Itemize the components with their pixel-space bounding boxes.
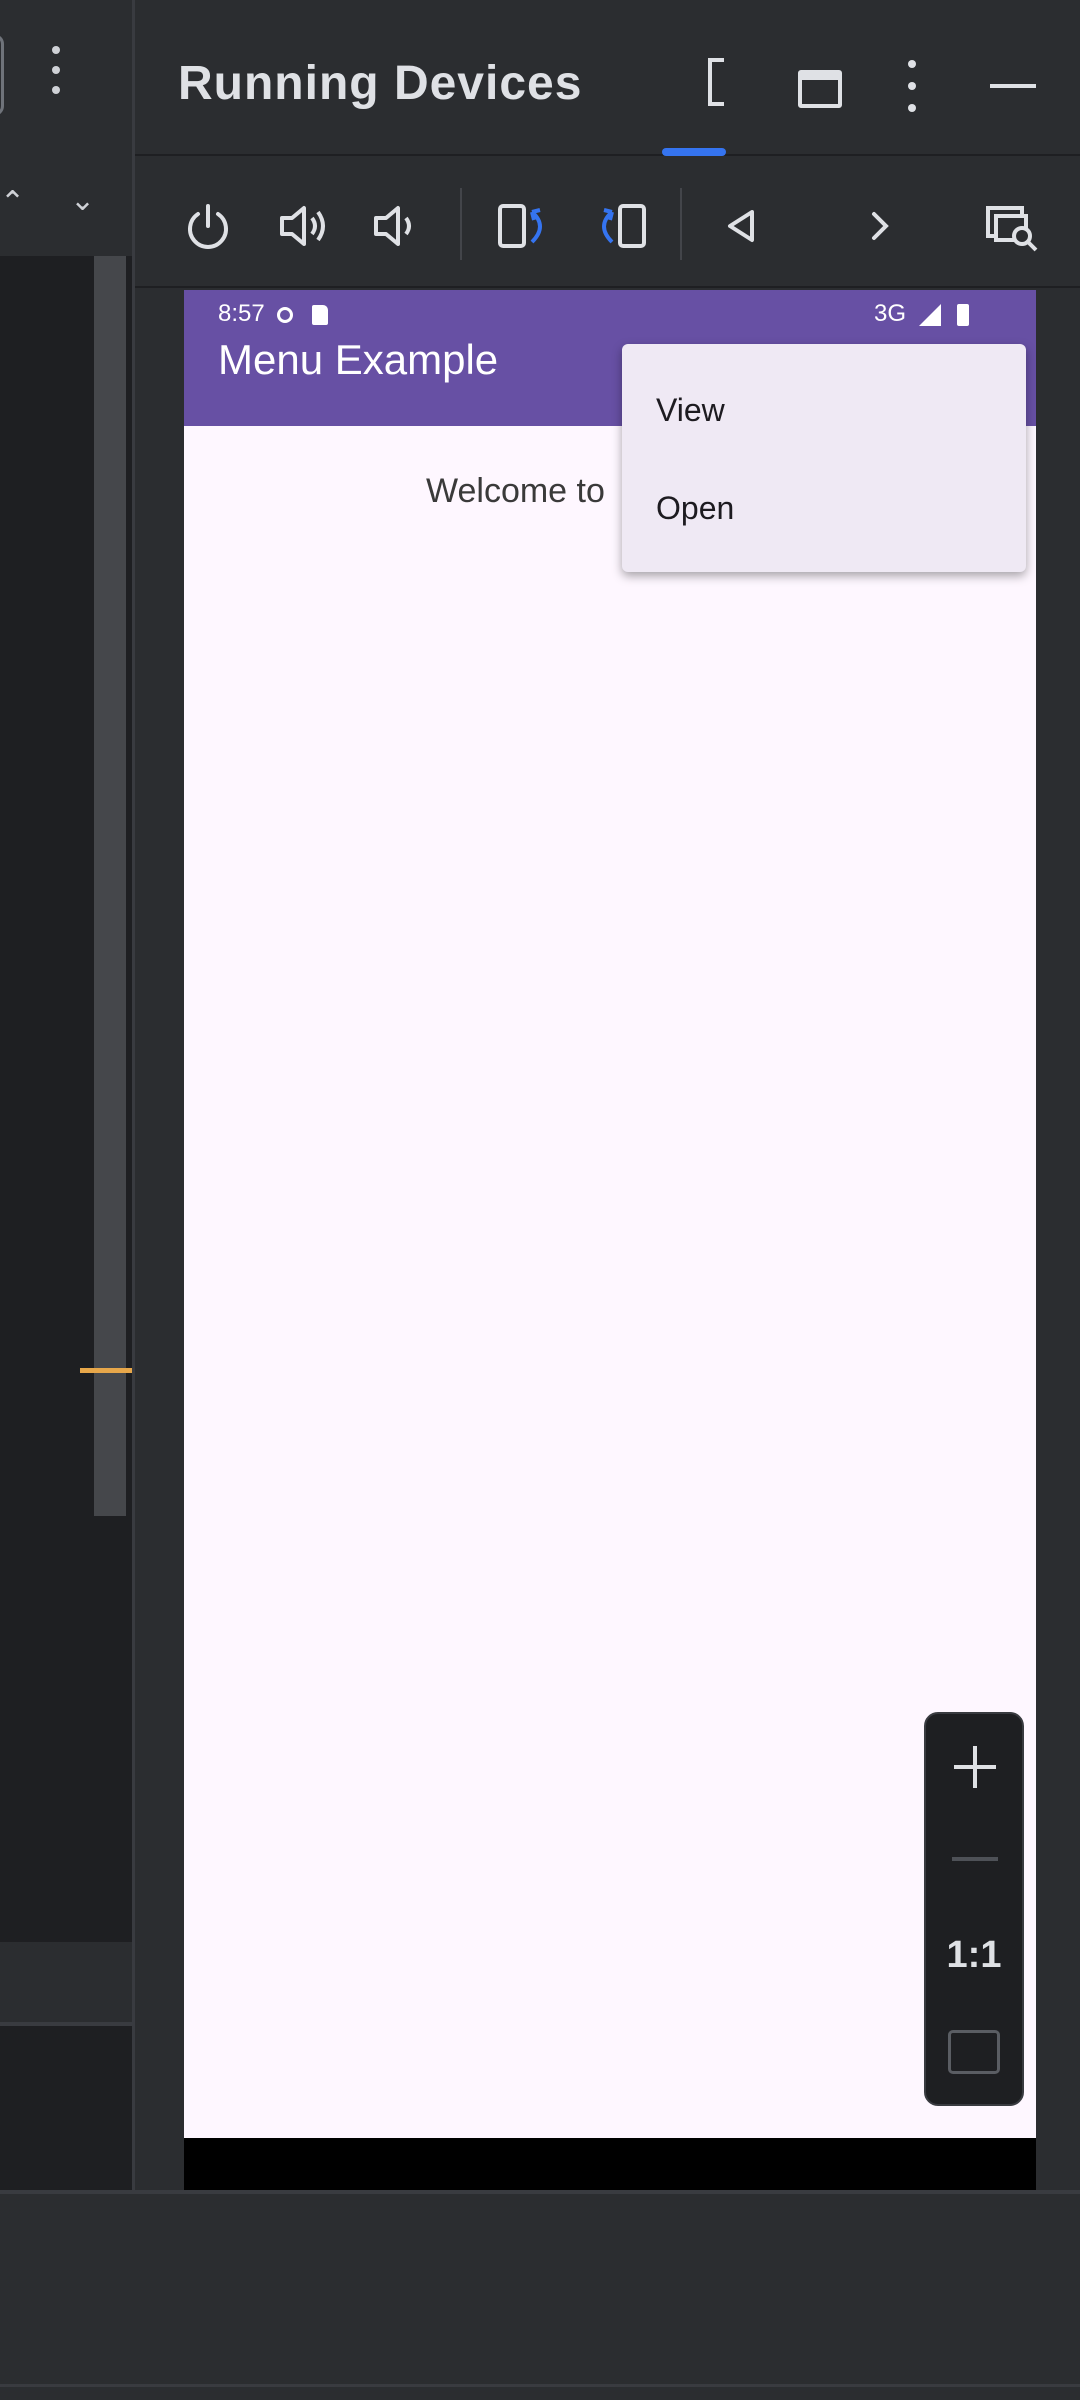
toolbar-separator <box>680 188 682 260</box>
toolbar-separator <box>460 188 462 260</box>
editor-scrollbar[interactable] <box>94 256 126 1516</box>
status-time: 8:57 <box>218 300 329 328</box>
device-inspector-icon[interactable] <box>982 196 1042 256</box>
overflow-menu <box>622 344 1026 572</box>
chevron-down-icon[interactable]: ⌄ <box>70 186 95 216</box>
zoom-in-icon[interactable] <box>948 1740 1002 1794</box>
panel-title: Running Devices <box>178 57 583 110</box>
navigation-bar <box>184 2138 1036 2190</box>
zoom-to-fit-icon[interactable] <box>948 2030 1000 2074</box>
welcome-text: Welcome to <box>426 472 605 510</box>
volume-up-icon[interactable] <box>274 196 334 256</box>
minimize-icon[interactable] <box>990 84 1036 88</box>
menu-item-open[interactable]: Open <box>656 490 734 527</box>
status-indicators: 3G <box>874 300 970 328</box>
window-layout-icon[interactable] <box>798 70 842 108</box>
app-title: Menu Example <box>218 336 499 383</box>
forward-icon[interactable] <box>850 196 910 256</box>
divider <box>0 2022 132 2026</box>
battery-icon <box>957 303 970 326</box>
editor-tab[interactable] <box>0 34 4 116</box>
bottom-panel <box>0 2194 1080 2384</box>
device-tab-icon[interactable] <box>708 58 724 106</box>
divider <box>0 2384 1080 2387</box>
rotate-right-icon[interactable] <box>590 196 650 256</box>
editor-bottom-bar <box>0 1942 132 2022</box>
rotate-left-icon[interactable] <box>494 196 554 256</box>
active-tab-indicator <box>662 148 726 156</box>
alarm-icon <box>277 306 294 323</box>
more-vertical-icon[interactable] <box>904 60 920 120</box>
menu-item-view[interactable]: View <box>656 392 725 429</box>
volume-down-icon[interactable] <box>366 196 426 256</box>
sd-card-icon <box>312 304 329 325</box>
zoom-out-icon[interactable] <box>948 1832 1002 1886</box>
scrollbar-marker <box>80 1368 132 1373</box>
power-icon[interactable] <box>178 196 238 256</box>
editor-tab-area <box>0 0 132 156</box>
actual-size-button[interactable]: 1:1 <box>944 1934 1004 1977</box>
network-type: 3G <box>874 300 907 327</box>
editor-more-vertical-icon[interactable] <box>46 40 66 110</box>
signal-icon <box>918 303 941 326</box>
back-icon[interactable] <box>712 196 772 256</box>
chevron-up-icon[interactable]: ⌃ <box>0 188 25 218</box>
